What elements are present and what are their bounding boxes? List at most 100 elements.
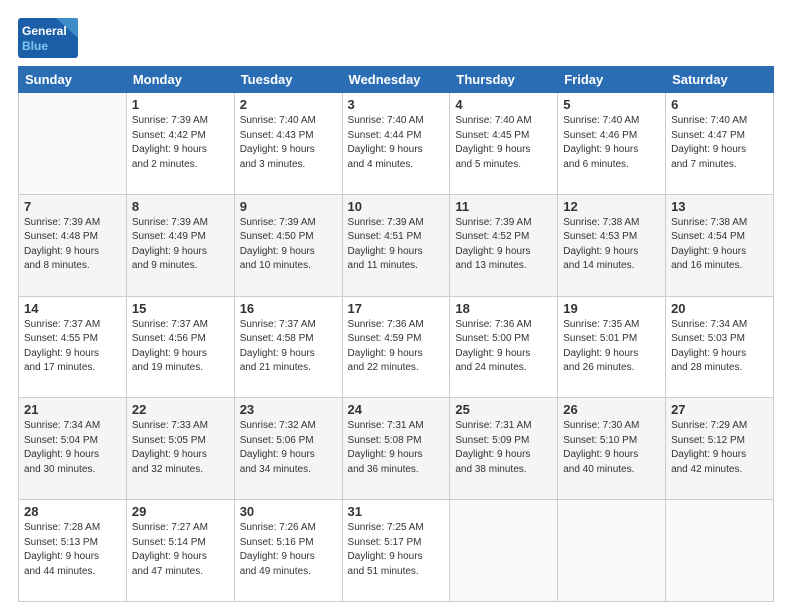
day-number: 8 xyxy=(132,199,229,214)
col-header-wednesday: Wednesday xyxy=(342,67,450,93)
day-number: 28 xyxy=(24,504,121,519)
calendar-cell: 20Sunrise: 7:34 AMSunset: 5:03 PMDayligh… xyxy=(666,296,774,398)
day-number: 10 xyxy=(348,199,445,214)
day-number: 24 xyxy=(348,402,445,417)
calendar-cell: 19 Sunrise: 7:35 AMSunset: 5:01 PMDayligh… xyxy=(558,296,666,398)
day-info: Sunrise: 7:36 AMSunset: 5:00 PMDaylight:… xyxy=(455,318,552,376)
day-number: 2 xyxy=(240,97,337,112)
day-info: Sunrise: 7:39 AMSunset: 4:48 PMDaylight:… xyxy=(24,216,121,274)
day-number: 19 xyxy=(563,301,660,316)
calendar-cell: 16Sunrise: 7:37 AMSunset: 4:58 PMDayligh… xyxy=(234,296,342,398)
calendar-cell xyxy=(19,93,127,195)
calendar-cell: 21 Sunrise: 7:34 AMSunset: 5:04 PMDayligh… xyxy=(19,398,127,500)
day-info: Sunrise: 7:40 AMSunset: 4:45 PMDaylight:… xyxy=(455,114,552,172)
calendar-cell: 31Sunrise: 7:25 AMSunset: 5:17 PMDayligh… xyxy=(342,500,450,602)
day-number: 6 xyxy=(671,97,768,112)
calendar-cell: 10Sunrise: 7:39 AMSunset: 4:51 PMDayligh… xyxy=(342,194,450,296)
day-info: Sunrise: 7:37 AMSunset: 4:58 PMDaylight:… xyxy=(240,318,337,376)
day-info: Sunrise: 7:31 AMSunset: 5:08 PMDaylight:… xyxy=(348,419,445,477)
day-info: Sunrise: 7:27 AMSunset: 5:14 PMDaylight:… xyxy=(132,521,229,579)
calendar-row-4: 28 Sunrise: 7:28 AMSunset: 5:13 PMDayligh… xyxy=(19,500,774,602)
col-header-saturday: Saturday xyxy=(666,67,774,93)
day-info: Sunrise: 7:32 AMSunset: 5:06 PMDaylight:… xyxy=(240,419,337,477)
day-info: Sunrise: 7:30 AMSunset: 5:10 PMDaylight:… xyxy=(563,419,660,477)
day-info: Sunrise: 7:37 AMSunset: 4:55 PMDaylight:… xyxy=(24,318,121,376)
day-number: 17 xyxy=(348,301,445,316)
calendar-cell: 8Sunrise: 7:39 AMSunset: 4:49 PMDaylight… xyxy=(126,194,234,296)
calendar-cell xyxy=(450,500,558,602)
calendar-cell: 6 Sunrise: 7:40 AMSunset: 4:47 PMDaylight… xyxy=(666,93,774,195)
calendar-cell: 27 Sunrise: 7:29 AMSunset: 5:12 PMDayligh… xyxy=(666,398,774,500)
day-number: 22 xyxy=(132,402,229,417)
col-header-tuesday: Tuesday xyxy=(234,67,342,93)
day-info: Sunrise: 7:35 AMSunset: 5:01 PMDaylight:… xyxy=(563,318,660,376)
day-number: 12 xyxy=(563,199,660,214)
col-header-friday: Friday xyxy=(558,67,666,93)
day-info: Sunrise: 7:29 AMSunset: 5:12 PMDaylight:… xyxy=(671,419,768,477)
svg-text:General: General xyxy=(22,24,67,38)
calendar-cell: 4 Sunrise: 7:40 AMSunset: 4:45 PMDaylight… xyxy=(450,93,558,195)
calendar-cell: 23Sunrise: 7:32 AMSunset: 5:06 PMDayligh… xyxy=(234,398,342,500)
day-info: Sunrise: 7:37 AMSunset: 4:56 PMDaylight:… xyxy=(132,318,229,376)
day-info: Sunrise: 7:38 AMSunset: 4:54 PMDaylight:… xyxy=(671,216,768,274)
calendar-row-2: 14 Sunrise: 7:37 AMSunset: 4:55 PMDayligh… xyxy=(19,296,774,398)
day-info: Sunrise: 7:34 AMSunset: 5:04 PMDaylight:… xyxy=(24,419,121,477)
day-info: Sunrise: 7:39 AMSunset: 4:42 PMDaylight:… xyxy=(132,114,229,172)
header: General Blue xyxy=(18,18,774,58)
day-number: 4 xyxy=(455,97,552,112)
calendar-table: SundayMondayTuesdayWednesdayThursdayFrid… xyxy=(18,66,774,602)
calendar-cell: 17Sunrise: 7:36 AMSunset: 4:59 PMDayligh… xyxy=(342,296,450,398)
col-header-monday: Monday xyxy=(126,67,234,93)
calendar-cell: 18 Sunrise: 7:36 AMSunset: 5:00 PMDayligh… xyxy=(450,296,558,398)
day-number: 5 xyxy=(563,97,660,112)
day-info: Sunrise: 7:40 AMSunset: 4:46 PMDaylight:… xyxy=(563,114,660,172)
day-number: 7 xyxy=(24,199,121,214)
day-number: 31 xyxy=(348,504,445,519)
calendar-cell: 30 Sunrise: 7:26 AMSunset: 5:16 PMDayligh… xyxy=(234,500,342,602)
day-info: Sunrise: 7:38 AMSunset: 4:53 PMDaylight:… xyxy=(563,216,660,274)
calendar-header-row: SundayMondayTuesdayWednesdayThursdayFrid… xyxy=(19,67,774,93)
page: General Blue SundayMondayTuesdayWednesda… xyxy=(0,0,792,612)
calendar-cell: 1 Sunrise: 7:39 AMSunset: 4:42 PMDaylight… xyxy=(126,93,234,195)
calendar-cell: 2 Sunrise: 7:40 AMSunset: 4:43 PMDaylight… xyxy=(234,93,342,195)
calendar-cell: 24 Sunrise: 7:31 AMSunset: 5:08 PMDayligh… xyxy=(342,398,450,500)
calendar-cell: 28 Sunrise: 7:28 AMSunset: 5:13 PMDayligh… xyxy=(19,500,127,602)
col-header-sunday: Sunday xyxy=(19,67,127,93)
day-number: 1 xyxy=(132,97,229,112)
calendar-cell: 12 Sunrise: 7:38 AMSunset: 4:53 PMDayligh… xyxy=(558,194,666,296)
day-number: 25 xyxy=(455,402,552,417)
day-number: 21 xyxy=(24,402,121,417)
day-info: Sunrise: 7:40 AMSunset: 4:43 PMDaylight:… xyxy=(240,114,337,172)
day-info: Sunrise: 7:33 AMSunset: 5:05 PMDaylight:… xyxy=(132,419,229,477)
day-number: 20 xyxy=(671,301,768,316)
day-number: 29 xyxy=(132,504,229,519)
day-info: Sunrise: 7:39 AMSunset: 4:52 PMDaylight:… xyxy=(455,216,552,274)
day-number: 13 xyxy=(671,199,768,214)
calendar-cell: 14 Sunrise: 7:37 AMSunset: 4:55 PMDayligh… xyxy=(19,296,127,398)
day-number: 3 xyxy=(348,97,445,112)
svg-text:Blue: Blue xyxy=(22,39,48,53)
day-info: Sunrise: 7:28 AMSunset: 5:13 PMDaylight:… xyxy=(24,521,121,579)
calendar-row-0: 1 Sunrise: 7:39 AMSunset: 4:42 PMDaylight… xyxy=(19,93,774,195)
calendar-cell: 13 Sunrise: 7:38 AMSunset: 4:54 PMDayligh… xyxy=(666,194,774,296)
calendar-cell xyxy=(666,500,774,602)
day-number: 14 xyxy=(24,301,121,316)
day-number: 11 xyxy=(455,199,552,214)
day-number: 18 xyxy=(455,301,552,316)
day-number: 9 xyxy=(240,199,337,214)
day-info: Sunrise: 7:40 AMSunset: 4:44 PMDaylight:… xyxy=(348,114,445,172)
calendar-cell: 29 Sunrise: 7:27 AMSunset: 5:14 PMDayligh… xyxy=(126,500,234,602)
day-number: 30 xyxy=(240,504,337,519)
day-info: Sunrise: 7:26 AMSunset: 5:16 PMDaylight:… xyxy=(240,521,337,579)
calendar-cell: 15 Sunrise: 7:37 AMSunset: 4:56 PMDayligh… xyxy=(126,296,234,398)
calendar-cell: 25 Sunrise: 7:31 AMSunset: 5:09 PMDayligh… xyxy=(450,398,558,500)
day-info: Sunrise: 7:31 AMSunset: 5:09 PMDaylight:… xyxy=(455,419,552,477)
day-number: 27 xyxy=(671,402,768,417)
calendar-cell: 7 Sunrise: 7:39 AMSunset: 4:48 PMDaylight… xyxy=(19,194,127,296)
day-number: 15 xyxy=(132,301,229,316)
calendar-cell: 9Sunrise: 7:39 AMSunset: 4:50 PMDaylight… xyxy=(234,194,342,296)
calendar-cell xyxy=(558,500,666,602)
day-info: Sunrise: 7:40 AMSunset: 4:47 PMDaylight:… xyxy=(671,114,768,172)
calendar-row-3: 21 Sunrise: 7:34 AMSunset: 5:04 PMDayligh… xyxy=(19,398,774,500)
calendar-cell: 11 Sunrise: 7:39 AMSunset: 4:52 PMDayligh… xyxy=(450,194,558,296)
